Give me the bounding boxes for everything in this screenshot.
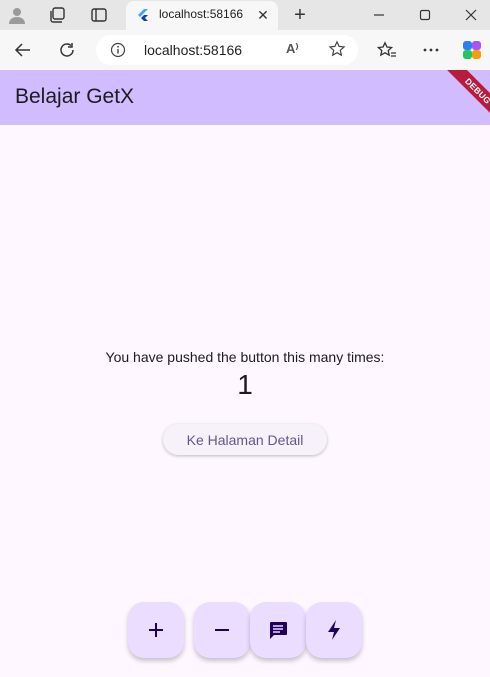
minimize-icon[interactable]	[356, 0, 402, 30]
tab-close-icon[interactable]: ✕	[254, 6, 272, 24]
workspaces-icon[interactable]	[45, 4, 69, 26]
flash-icon	[328, 620, 340, 640]
remove-icon	[215, 629, 229, 631]
tab-title: localhost:58166	[159, 7, 244, 21]
browser-tab-strip: localhost:58166 ✕ +	[0, 0, 490, 30]
window-close-icon[interactable]	[448, 0, 490, 30]
address-text[interactable]: localhost:58166	[144, 42, 242, 58]
increment-button[interactable]	[128, 602, 184, 658]
counter-value: 1	[237, 369, 253, 400]
debug-banner: DEBUG	[443, 70, 490, 126]
decrement-button[interactable]	[194, 602, 250, 658]
refresh-icon[interactable]	[54, 38, 80, 62]
read-aloud-icon[interactable]: A⁾	[286, 41, 299, 57]
chat-icon	[270, 622, 287, 639]
active-tab[interactable]: localhost:58166 ✕	[126, 1, 278, 30]
vertical-tabs-icon[interactable]	[87, 4, 111, 26]
counter-message: You have pushed the button this many tim…	[105, 349, 385, 365]
address-bar[interactable]: localhost:58166 A⁾	[96, 35, 358, 65]
app-body: You have pushed the button this many tim…	[0, 125, 490, 677]
app-bar: Belajar GetX	[0, 70, 490, 125]
favorite-star-icon[interactable]	[328, 40, 346, 58]
back-icon[interactable]	[10, 38, 36, 62]
copilot-icon[interactable]	[459, 38, 485, 62]
more-options-icon[interactable]	[418, 38, 444, 62]
maximize-icon[interactable]	[402, 0, 448, 30]
app-title: Belajar GetX	[15, 85, 135, 108]
message-button[interactable]	[250, 602, 306, 658]
debug-banner-container: DEBUG	[430, 70, 490, 130]
flash-button[interactable]	[306, 602, 362, 658]
flutter-favicon-icon	[138, 9, 148, 21]
browser-toolbar: localhost:58166 A⁾	[0, 30, 490, 70]
favorites-icon[interactable]	[374, 38, 400, 62]
detail-page-button[interactable]: Ke Halaman Detail	[163, 424, 327, 455]
site-info-icon[interactable]	[110, 42, 126, 58]
profile-icon[interactable]	[5, 4, 29, 26]
add-icon	[149, 623, 163, 637]
new-tab-icon[interactable]: +	[288, 3, 312, 27]
